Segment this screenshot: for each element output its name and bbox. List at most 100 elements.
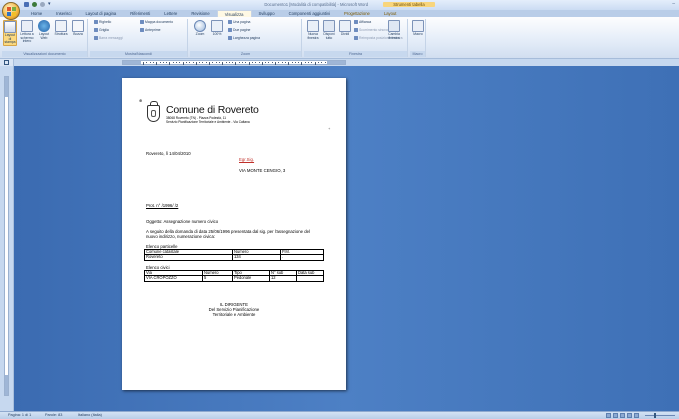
table-move-handle-icon[interactable]: ⊕ bbox=[139, 98, 142, 103]
zoom-slider[interactable] bbox=[645, 412, 675, 418]
table-cell[interactable]: 12 bbox=[269, 275, 297, 282]
outline-label: Struttura bbox=[54, 32, 68, 36]
signature-department: Territoriale e Ambiente bbox=[212, 312, 256, 317]
side-by-side-button[interactable]: Affianca bbox=[354, 20, 371, 24]
ruler-tick bbox=[202, 62, 203, 64]
ruler-tick bbox=[275, 62, 276, 65]
macros-button[interactable]: Macro bbox=[411, 20, 425, 37]
vertical-ruler-strip bbox=[4, 76, 9, 396]
parcels-table[interactable]: Comune catastale Numero P.M. Rovereto 13… bbox=[144, 248, 324, 261]
ruler-tick bbox=[304, 62, 306, 64]
draft-button[interactable]: Bozza bbox=[71, 20, 85, 37]
ruler-tick bbox=[258, 62, 259, 64]
ribbon-tabs: Home Inserisci Layout di pagina Riferime… bbox=[24, 10, 403, 17]
ruler-tick bbox=[218, 62, 220, 64]
office-button[interactable] bbox=[2, 2, 20, 20]
tab-selector[interactable] bbox=[0, 59, 14, 66]
ruler-tick bbox=[192, 62, 193, 64]
message-bar-checkbox[interactable]: Barra messaggi bbox=[94, 36, 123, 40]
one-page-button[interactable]: Una pagina bbox=[228, 20, 250, 24]
group-zoom: Zoom 100% Una pagina Due pagine Larghezz… bbox=[190, 19, 302, 57]
zoom-slider-thumb[interactable] bbox=[654, 412, 656, 418]
window-title-text: Documento1 [Modalità di compatibilità] -… bbox=[264, 2, 369, 7]
ruler-tick bbox=[294, 62, 296, 64]
group-macros: Macro Macro bbox=[410, 19, 426, 57]
tab-references[interactable]: Riferimenti bbox=[123, 10, 157, 17]
arrange-all-icon bbox=[323, 20, 335, 32]
view-draft-icon[interactable] bbox=[634, 413, 639, 418]
ruler-tick bbox=[268, 62, 269, 64]
tab-review[interactable]: Revisione bbox=[184, 10, 216, 17]
ruler-tick bbox=[314, 62, 316, 65]
zoom-100-button[interactable]: 100% bbox=[210, 20, 224, 37]
ruler-tick bbox=[185, 62, 187, 64]
page-count[interactable]: Pagina: 1 di 1 bbox=[8, 412, 31, 419]
word-count[interactable]: Parole: 83 bbox=[45, 412, 62, 419]
view-web-icon[interactable] bbox=[620, 413, 625, 418]
tab-insert[interactable]: Inserisci bbox=[49, 10, 78, 17]
tab-mailings[interactable]: Lettere bbox=[157, 10, 184, 17]
switch-window-button[interactable]: Cambia finestra bbox=[384, 20, 404, 40]
ruler-tick bbox=[321, 62, 322, 64]
split-button[interactable]: Dividi bbox=[338, 20, 352, 37]
group-label-window: Finestra bbox=[304, 51, 407, 57]
ruler-tick bbox=[143, 62, 144, 65]
civics-table[interactable]: Via Numero Tipo N° sub Data sub VIA CROP… bbox=[144, 269, 324, 282]
ruler-tick bbox=[324, 62, 325, 64]
zoom-100-icon bbox=[211, 20, 223, 32]
arrange-all-button[interactable]: Disponi tutto bbox=[322, 20, 336, 40]
ruler-tick bbox=[308, 62, 309, 64]
full-screen-reading-button[interactable]: Lettura a schermo intero bbox=[20, 20, 34, 44]
print-layout-button[interactable]: Layout di stampa bbox=[3, 20, 17, 46]
thumbnails-checkbox[interactable]: Anteprime bbox=[140, 28, 160, 32]
ruler-tick bbox=[152, 62, 154, 64]
table-cell[interactable]: . bbox=[280, 254, 324, 261]
page-width-button[interactable]: Larghezza pagina bbox=[228, 36, 260, 40]
table-cell[interactable]: 5 bbox=[202, 275, 233, 282]
view-reading-icon[interactable] bbox=[613, 413, 618, 418]
ruler-tick bbox=[298, 62, 299, 64]
tab-page-layout[interactable]: Layout di pagina bbox=[79, 10, 124, 17]
body-line-2: nuovo indirizzo, numerazione civica: bbox=[146, 234, 216, 239]
ruler-checkbox[interactable]: Righello bbox=[94, 20, 111, 24]
vertical-ruler[interactable] bbox=[0, 66, 14, 411]
minimize-button[interactable]: – bbox=[672, 1, 675, 7]
group-document-views: Layout di stampa Lettura a schermo inter… bbox=[2, 19, 88, 57]
table-cell[interactable]: Rovereto bbox=[144, 254, 233, 261]
tab-view[interactable]: Visualizza bbox=[216, 10, 252, 17]
tab-addins[interactable]: Componenti aggiuntivi bbox=[282, 10, 337, 17]
window-title: Documento1 [Modalità di compatibilità] -… bbox=[0, 2, 679, 7]
web-layout-button[interactable]: Layout Web bbox=[37, 20, 51, 40]
view-outline-icon[interactable] bbox=[627, 413, 632, 418]
zoom-button[interactable]: Zoom bbox=[193, 20, 207, 37]
macro-icon bbox=[412, 20, 424, 32]
context-tab-group-label: Strumenti tabella bbox=[383, 2, 435, 7]
language[interactable]: Italiano (Italia) bbox=[78, 412, 102, 419]
gridlines-checkbox[interactable]: Griglia bbox=[94, 28, 109, 32]
table-cell[interactable]: 134 bbox=[232, 254, 281, 261]
switch-window-icon bbox=[388, 20, 400, 32]
switch-window-label: Cambia finestra bbox=[388, 32, 400, 40]
new-window-button[interactable]: Nuova finestra bbox=[306, 20, 320, 40]
view-print-layout-icon[interactable] bbox=[606, 413, 611, 418]
date-line: Rovereto, lì 14/04/2010 bbox=[146, 151, 191, 156]
table-row: Rovereto 134 . bbox=[144, 254, 324, 261]
two-pages-button[interactable]: Due pagine bbox=[228, 28, 250, 32]
document-map-checkbox[interactable]: Mappa documento bbox=[140, 20, 173, 24]
ruler-tick bbox=[222, 62, 223, 65]
tab-table-layout[interactable]: Layout bbox=[377, 10, 404, 17]
table-cell[interactable] bbox=[296, 275, 324, 282]
table-cell[interactable]: Pedonale bbox=[232, 275, 270, 282]
tab-developer[interactable]: Sviluppo bbox=[252, 10, 282, 17]
outline-button[interactable]: Struttura bbox=[54, 20, 68, 37]
tab-table-design[interactable]: Progettazione bbox=[337, 10, 377, 17]
shield-inner-icon bbox=[151, 110, 156, 117]
split-icon bbox=[339, 20, 351, 32]
ruler-tick bbox=[166, 62, 167, 64]
status-bar: Pagina: 1 di 1 Parole: 83 Italiano (Ital… bbox=[0, 411, 679, 419]
table-cell[interactable]: VIA CROPOZZO bbox=[144, 275, 203, 282]
tab-home[interactable]: Home bbox=[24, 10, 49, 17]
document-page[interactable]: ⊕ Comune di Rovereto 38068 Rovereto (TN)… bbox=[122, 78, 346, 390]
horizontal-ruler[interactable] bbox=[122, 60, 346, 65]
ruler-tick bbox=[265, 62, 266, 64]
